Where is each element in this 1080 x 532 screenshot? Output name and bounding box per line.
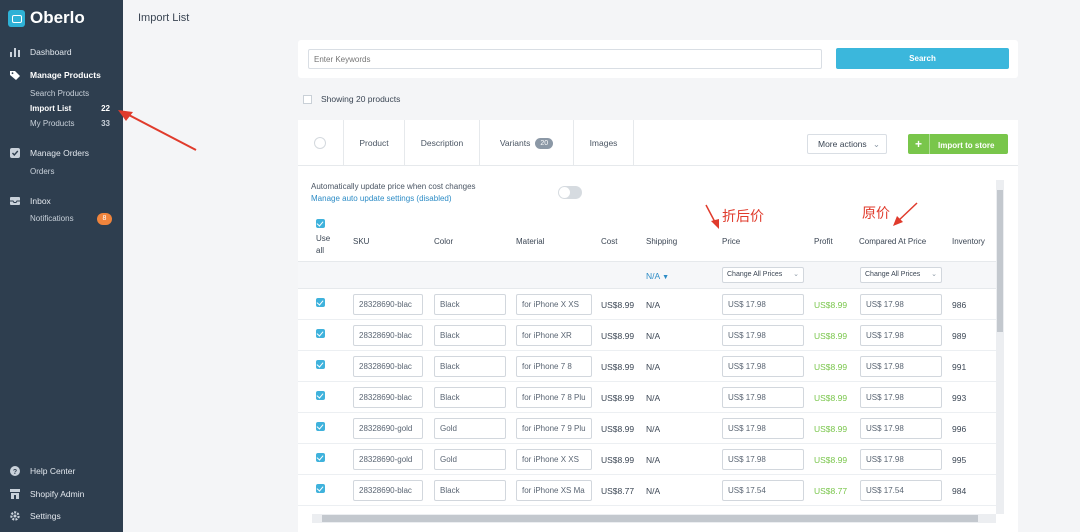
arrowhead-price <box>711 219 719 229</box>
arrow-to-import-list <box>124 112 197 151</box>
annotation-arrows <box>118 110 918 229</box>
